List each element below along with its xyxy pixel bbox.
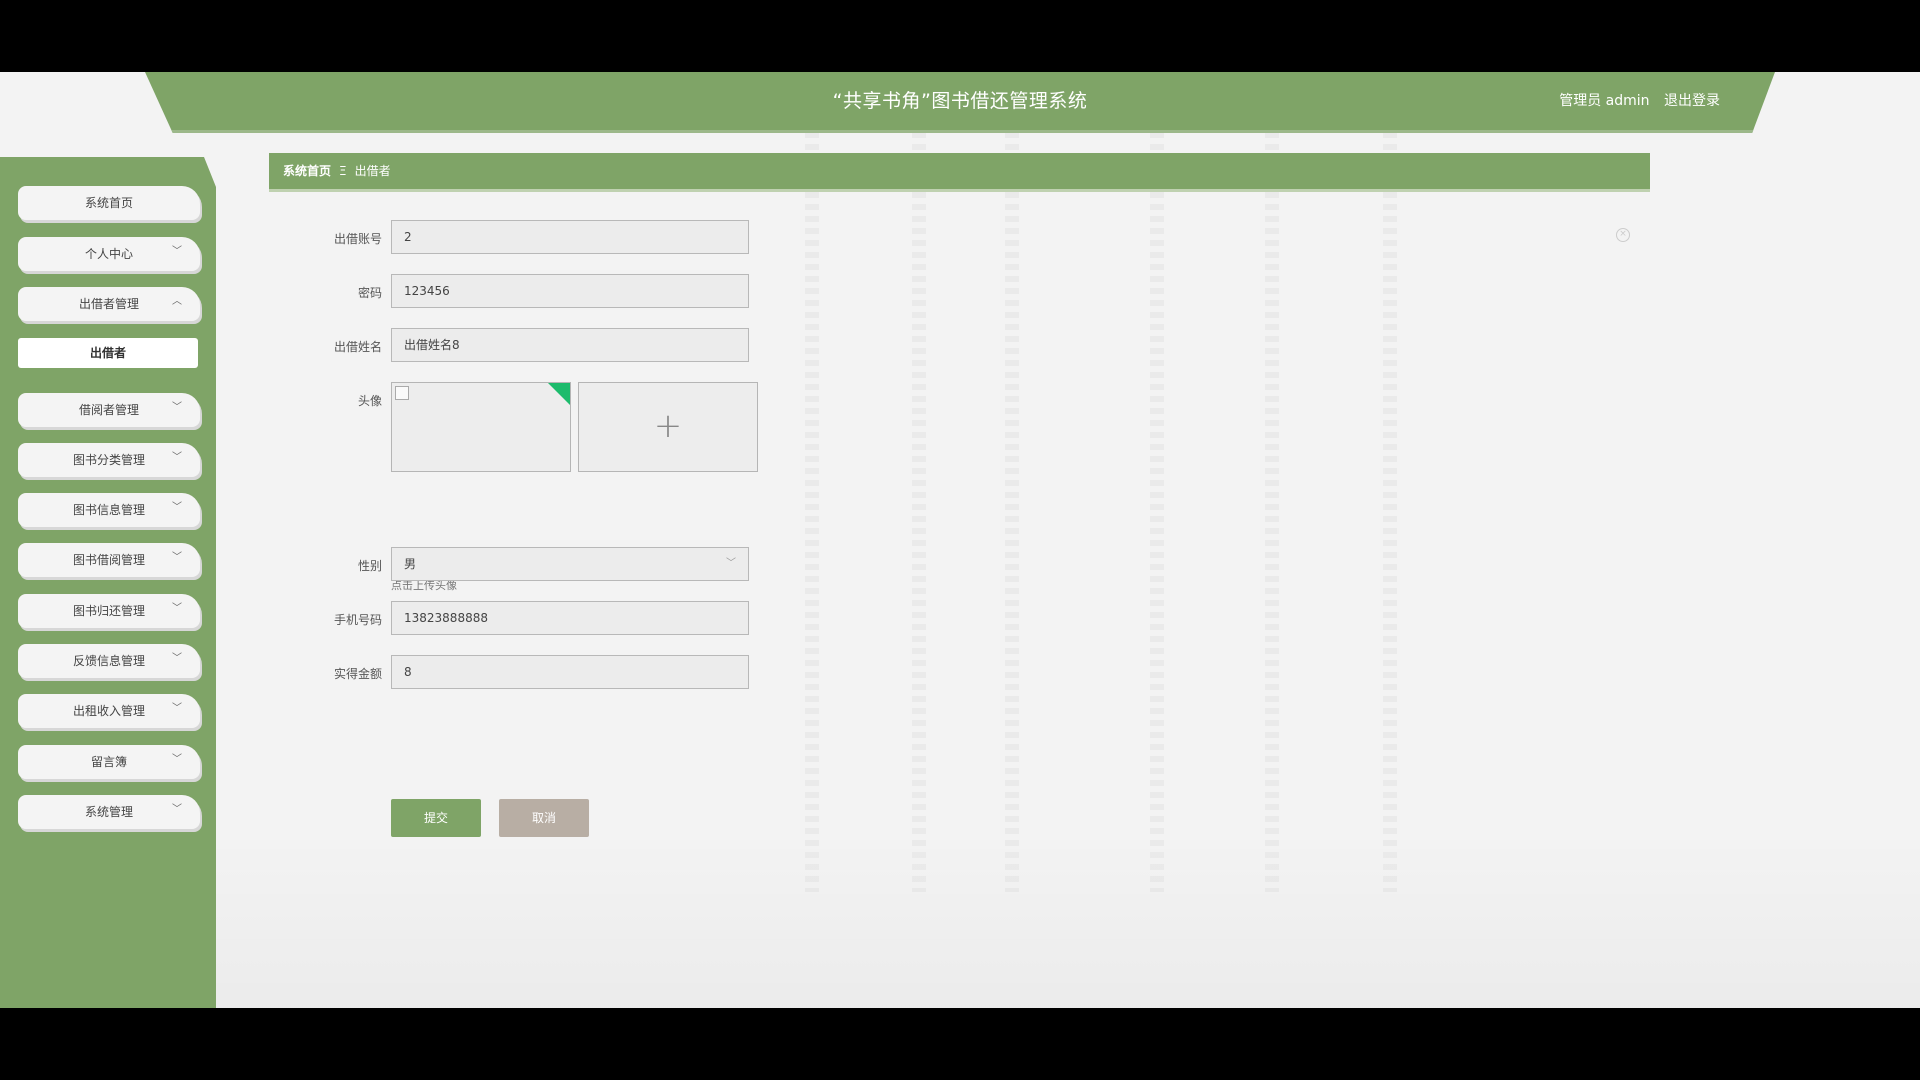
sidebar-item-label: 系统管理 [84,805,133,819]
background-texture [1005,132,1019,892]
background-texture [1383,132,1397,892]
avatar-upload-button[interactable]: + [578,382,758,472]
sidebar-item-book-return[interactable]: 图书归还管理 ﹀ [18,594,200,628]
sidebar: 系统首页 个人中心 ﹀ 出借者管理 ︿ 出借者 借阅者管理 ﹀ 图书分类管理 ﹀… [0,157,216,1008]
chevron-down-icon: ﹀ [172,246,182,257]
sidebar-item-rental-income[interactable]: 出租收入管理 ﹀ [18,694,200,728]
password-label: 密码 [357,286,382,300]
name-field[interactable]: 出借姓名8 [391,328,749,362]
sidebar-item-label: 图书归还管理 [72,604,145,618]
sidebar-item-book-borrow[interactable]: 图书借阅管理 ﹀ [18,543,200,577]
sidebar-item-label: 图书借阅管理 [72,553,145,567]
sidebar-item-label: 系统首页 [84,196,133,210]
gender-select[interactable]: 男 ﹀ [391,547,749,581]
gender-label: 性别 [357,559,382,573]
header-user-area: 管理员 admin 退出登录 [1549,72,1720,130]
breadcrumb: 系统首页 Ξ 出借者 [269,153,1650,192]
sidebar-item-label: 图书信息管理 [72,503,145,517]
sidebar-item-system-management[interactable]: 系统管理 ﹀ [18,795,200,829]
sidebar-item-guestbook[interactable]: 留言簿 ﹀ [18,745,200,779]
background-texture [1150,132,1164,892]
chevron-down-icon: ﹀ [726,558,736,569]
sidebar-item-home[interactable]: 系统首页 [18,186,200,220]
breadcrumb-home[interactable]: 系统首页 [283,153,331,189]
phone-label: 手机号码 [333,613,382,627]
app-screen: “共享书角”图书借还管理系统 管理员 admin 退出登录 系统首页 个人中心 … [0,72,1920,1008]
sidebar-item-book-category[interactable]: 图书分类管理 ﹀ [18,443,200,477]
chevron-down-icon: ﹀ [172,703,182,714]
avatar-preview[interactable] [391,382,571,472]
plus-icon: + [653,406,683,446]
chevron-up-icon: ︿ [172,296,182,307]
sidebar-item-label: 借阅者管理 [78,403,139,417]
phone-field[interactable]: 13823888888 [391,601,749,635]
sidebar-item-lender-management[interactable]: 出借者管理 ︿ [18,287,200,321]
sidebar-item-label: 个人中心 [84,247,133,261]
background-texture [805,132,819,892]
close-icon[interactable]: × [1616,228,1630,242]
chevron-down-icon: ﹀ [172,452,182,463]
background-floor [216,838,1920,1008]
user-label: 管理员 admin [1559,93,1650,109]
background-texture [1265,132,1279,892]
amount-label: 实得金额 [333,667,382,681]
chevron-down-icon: ﹀ [172,502,182,513]
sidebar-item-label: 留言簿 [90,755,127,769]
sidebar-item-personal-center[interactable]: 个人中心 ﹀ [18,237,200,271]
sidebar-item-borrower-management[interactable]: 借阅者管理 ﹀ [18,393,200,427]
top-header: “共享书角”图书借还管理系统 管理员 admin 退出登录 [145,72,1775,133]
account-label: 出借账号 [333,232,382,246]
cancel-button[interactable]: 取消 [499,799,589,837]
amount-field[interactable]: 8 [391,655,749,689]
chevron-down-icon: ﹀ [172,804,182,815]
gender-value: 男 [404,557,417,571]
chevron-down-icon: ﹀ [172,754,182,765]
logout-link[interactable]: 退出登录 [1664,93,1720,109]
chevron-down-icon: ﹀ [172,653,182,664]
app-title: “共享书角”图书借还管理系统 [832,90,1088,112]
chevron-down-icon: ﹀ [172,402,182,413]
password-field[interactable]: 123456 [391,274,749,308]
background-texture [912,132,926,892]
chevron-down-icon: ﹀ [172,552,182,563]
sidebar-subitem-lender[interactable]: 出借者 [18,338,198,368]
sidebar-subitem-label: 出借者 [89,346,126,360]
breadcrumb-separator: Ξ [339,164,347,178]
account-field[interactable]: 2 [391,220,749,254]
name-label: 出借姓名 [333,340,382,354]
broken-image-icon [395,386,409,400]
submit-button[interactable]: 提交 [391,799,481,837]
chevron-down-icon: ﹀ [172,603,182,614]
upload-success-corner [548,383,570,405]
sidebar-item-label: 出租收入管理 [72,704,145,718]
breadcrumb-current: 出借者 [354,164,391,178]
sidebar-item-feedback[interactable]: 反馈信息管理 ﹀ [18,644,200,678]
sidebar-item-label: 反馈信息管理 [72,654,145,668]
sidebar-item-label: 出借者管理 [78,297,139,311]
avatar-label: 头像 [357,394,382,408]
sidebar-item-label: 图书分类管理 [72,453,145,467]
sidebar-item-book-info[interactable]: 图书信息管理 ﹀ [18,493,200,527]
